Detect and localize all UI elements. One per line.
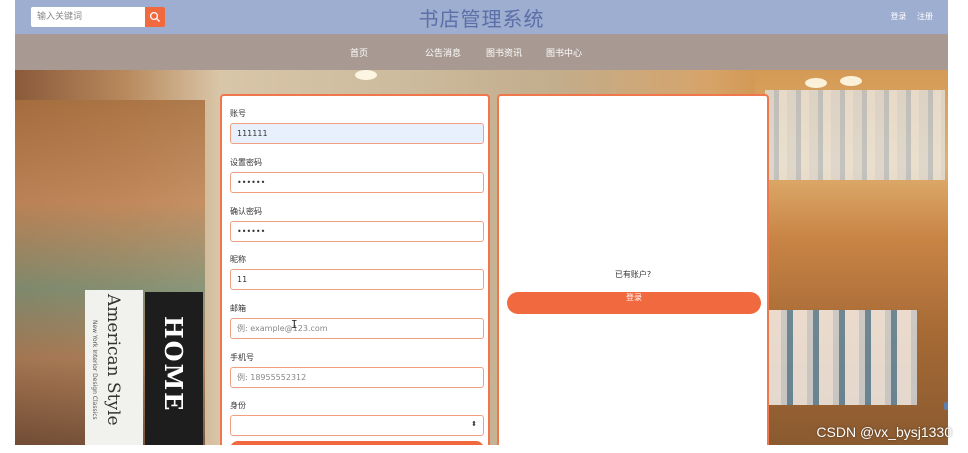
phone-input[interactable] (230, 367, 484, 388)
nickname-input[interactable] (230, 269, 484, 290)
phone-label: 手机号 (230, 353, 254, 362)
right-books-top (765, 90, 945, 180)
email-input[interactable] (230, 318, 484, 339)
register-link[interactable]: 注册 (917, 12, 933, 21)
has-account-text: 已有账户? (614, 270, 652, 279)
text-cursor-icon: I (291, 318, 298, 331)
login-button[interactable]: 登录 (507, 292, 761, 314)
confirm-password-input[interactable] (230, 221, 484, 242)
confirm-password-label: 确认密码 (230, 207, 262, 216)
account-label: 账号 (230, 109, 246, 118)
white-book: American Style New York Interior Design … (85, 290, 143, 445)
right-books-bottom (767, 310, 917, 405)
account-input[interactable] (230, 123, 484, 144)
ceiling-light (355, 70, 377, 80)
identity-label: 身份 (230, 401, 246, 410)
login-prompt-card: 已有账户? 登录 (497, 94, 769, 445)
auth-links: 登录 注册 (882, 11, 933, 22)
book-title: American Style (103, 294, 123, 426)
nav-item-home[interactable]: 首页 (350, 46, 368, 59)
select-caret-icon: ⬍ (471, 420, 477, 428)
site-title: 书店管理系统 (418, 7, 545, 31)
book-title: HOME (159, 316, 188, 413)
identity-select[interactable]: ⬍ (230, 415, 484, 436)
scrollbar-indicator[interactable] (944, 402, 948, 410)
book-subtitle: New York Interior Design Classics (91, 320, 98, 420)
ceiling-light (840, 76, 862, 86)
top-header: 书店管理系统 登录 注册 (15, 0, 948, 34)
nav-item-book-center[interactable]: 图书中心 (546, 46, 582, 59)
register-button[interactable] (230, 441, 484, 445)
main-nav: 首页 公告消息 图书资讯 图书中心 (15, 34, 948, 70)
nickname-label: 昵称 (230, 255, 246, 264)
login-link[interactable]: 登录 (890, 12, 906, 21)
password-label: 设置密码 (230, 158, 262, 167)
email-label: 邮箱 (230, 304, 246, 313)
ceiling-light (805, 78, 827, 88)
nav-item-announcements[interactable]: 公告消息 (425, 46, 461, 59)
watermark: CSDN @vx_bysj1330 (816, 424, 952, 440)
register-form-card: 账号 设置密码 确认密码 昵称 邮箱 手机号 身份 ⬍ (220, 94, 490, 445)
nav-item-book-news[interactable]: 图书资讯 (486, 46, 522, 59)
black-book: HOME (145, 292, 203, 445)
app-frame: 书店管理系统 登录 注册 首页 公告消息 图书资讯 图书中心 American … (15, 0, 948, 445)
password-input[interactable] (230, 172, 484, 193)
